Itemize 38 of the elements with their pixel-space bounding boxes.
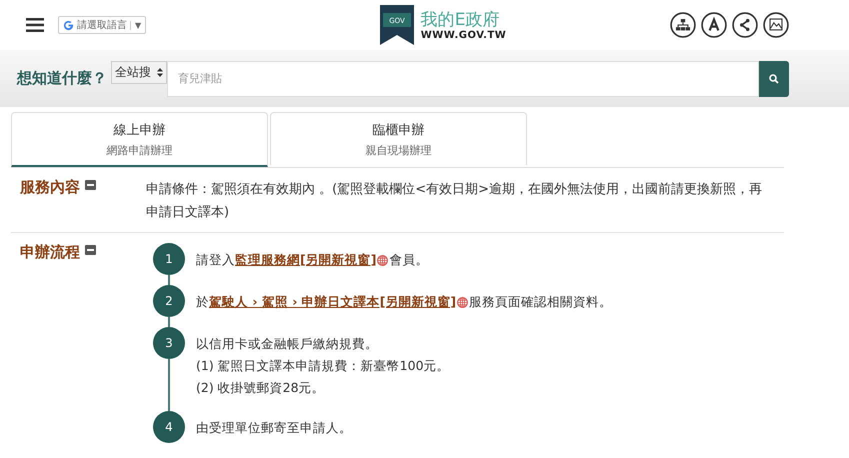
step-link[interactable]: 監理服務網[另開新視窗]: [235, 249, 376, 271]
collapse-icon[interactable]: [85, 180, 96, 190]
search-scope-select[interactable]: 全站搜: [111, 60, 167, 84]
step-detail: (1) 駕照日文譯本申請規費：新臺幣100元。: [196, 357, 450, 375]
section-heading: 申辦流程: [20, 243, 80, 262]
step-link[interactable]: 駕駛人 › 駕照 › 申辦日文譯本[另開新視窗]: [209, 291, 456, 313]
search-icon: [769, 74, 779, 84]
picture-frame-icon[interactable]: [763, 12, 789, 38]
step-number: 2: [153, 285, 185, 317]
step-text: 於: [196, 293, 209, 311]
step-number: 1: [153, 243, 185, 275]
tab[interactable]: 線上申辦 網路申請辦理: [11, 112, 268, 167]
step-text: 以信用卡或金融帳戶繳納規費。: [196, 335, 378, 353]
site-name: 我的E政府: [420, 10, 500, 30]
search-button[interactable]: [759, 60, 789, 96]
step-text: 由受理單位郵寄至申請人。: [196, 419, 352, 437]
step-text: 會員。: [389, 251, 428, 269]
font-size-icon[interactable]: [701, 12, 727, 38]
step-text: 請登入: [196, 251, 235, 269]
step-number: 3: [153, 327, 185, 359]
service-description: 申請條件：駕照須在有效期內 。(駕照登載欄位<有效日期>逾期，在國外無法使用，出國前請更換新照，再申請日文譯本): [146, 181, 762, 222]
step-detail: (2) 收掛號郵資28元。: [196, 379, 326, 397]
sitemap-icon[interactable]: [670, 12, 696, 38]
search-field[interactable]: 育兒津貼: [167, 60, 759, 96]
globe-icon: [377, 254, 388, 266]
globe-icon: [457, 296, 468, 308]
step-text: 服務頁面確認相關資料。: [469, 293, 612, 311]
share-icon[interactable]: [732, 12, 758, 38]
language-select[interactable]: 請選取語言 ▼: [58, 16, 146, 34]
google-g-icon: [63, 20, 74, 30]
search-label: 想知道什麼？: [17, 69, 107, 88]
step-number: 4: [153, 411, 185, 443]
menu-icon[interactable]: [26, 18, 44, 32]
tab[interactable]: 臨櫃申辦 親自現場辦理: [270, 112, 527, 165]
collapse-icon[interactable]: [85, 245, 96, 255]
section-heading: 服務內容: [20, 178, 80, 197]
sort-arrows-icon: [157, 68, 163, 76]
site-url: WWW.GOV.TW: [420, 30, 506, 40]
